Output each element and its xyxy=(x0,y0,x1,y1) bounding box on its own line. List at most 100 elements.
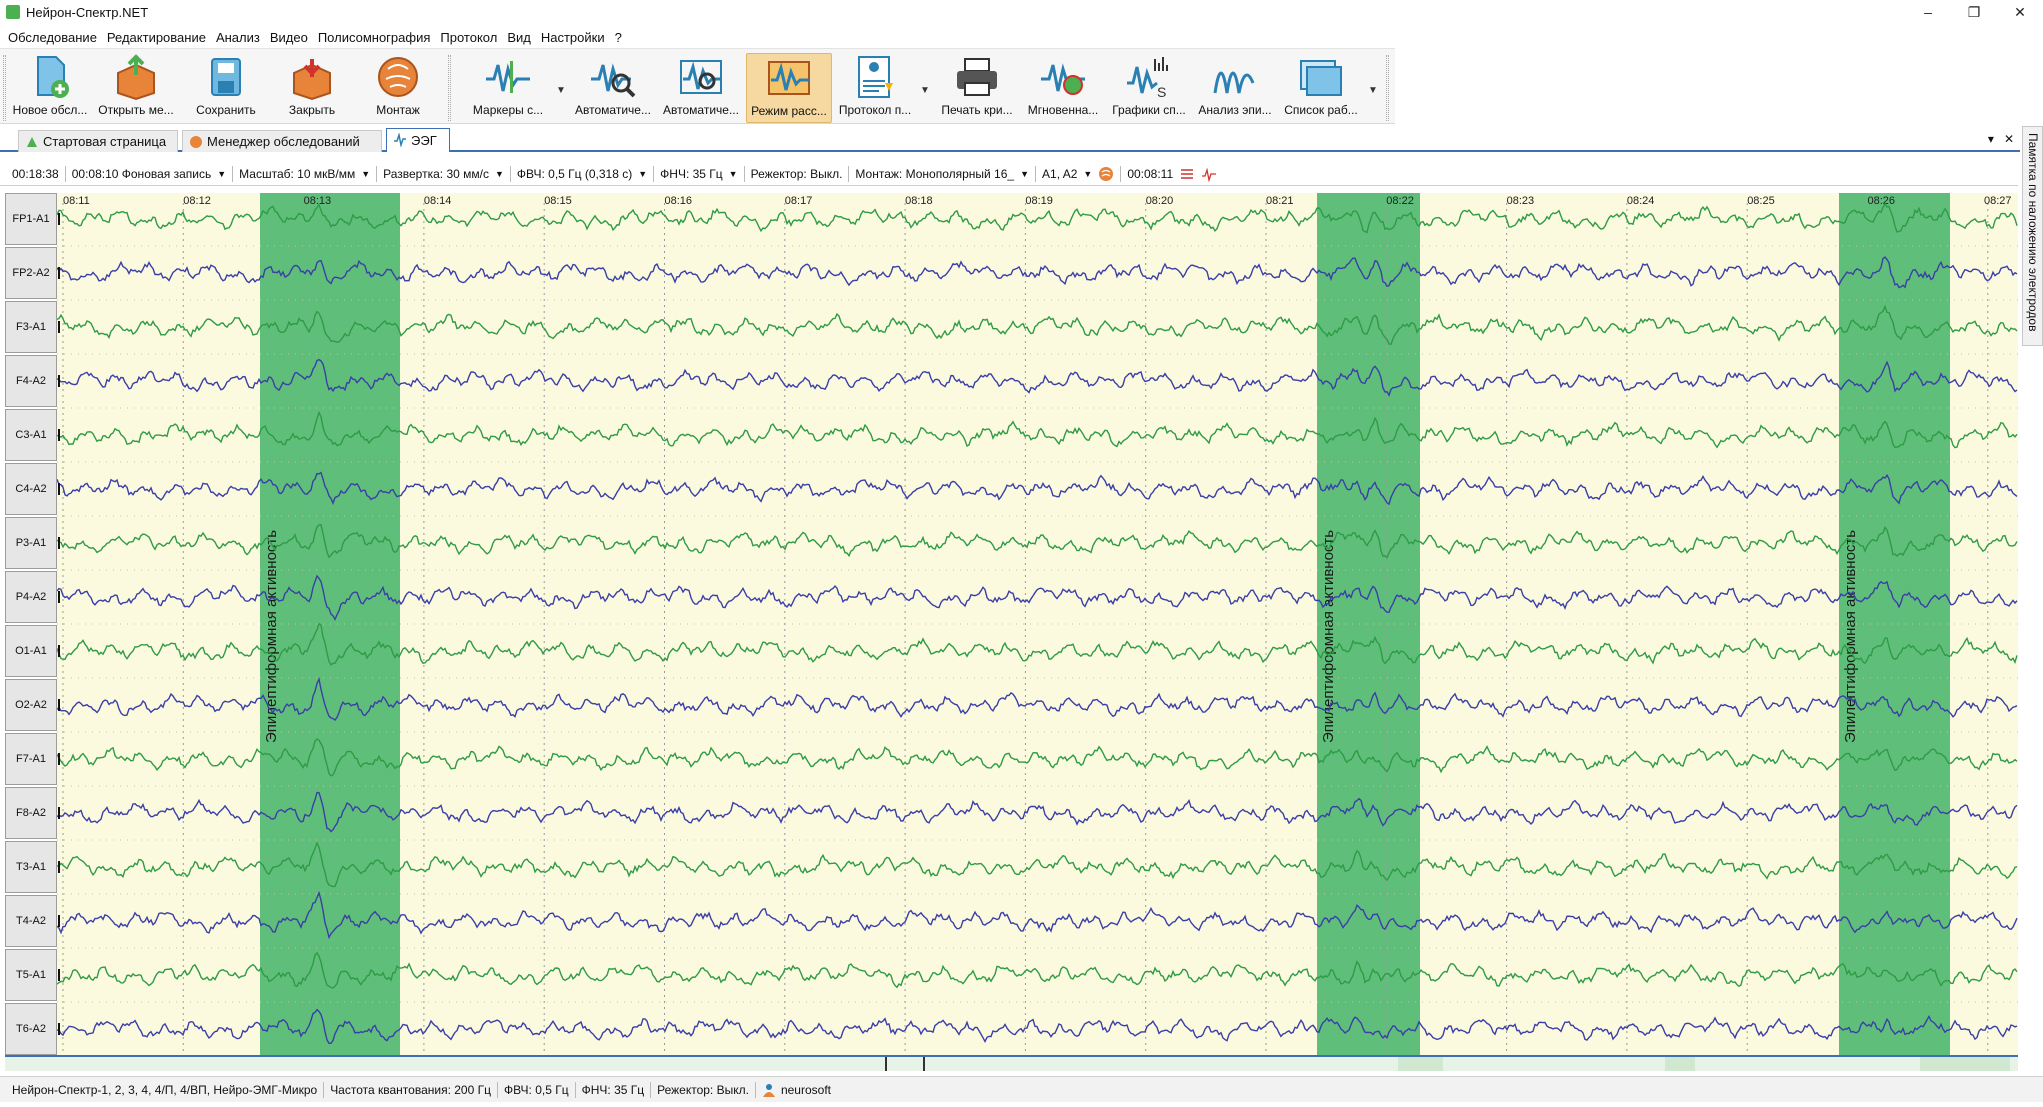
channel-label[interactable]: O2-A2 xyxy=(5,679,57,731)
close-tab-icon[interactable]: ✕ xyxy=(2004,132,2014,146)
tab-start-page-label: Стартовая страница xyxy=(43,134,167,149)
toolbar-grip-3[interactable] xyxy=(1386,55,1389,121)
montage-button[interactable]: Монтаж xyxy=(358,53,438,123)
save-button[interactable]: Сохранить xyxy=(186,53,266,123)
tab-list-dropdown-icon[interactable]: ▾ xyxy=(1988,132,1994,146)
menu-analysis[interactable]: Анализ xyxy=(214,30,268,45)
tab-start-page[interactable]: Стартовая страница xyxy=(18,130,178,152)
electrode-placement-label: Памятка по наложению электродов xyxy=(2026,133,2040,332)
recording-parameters-bar: 00:18:38 00:08:10 Фоновая запись ▼ Масшта… xyxy=(0,162,2018,186)
markers-wave-icon xyxy=(486,61,530,93)
markers-dropdown-icon[interactable]: ▼ xyxy=(556,85,566,96)
protocol-label: Протокол п... xyxy=(838,103,912,117)
new-exam-button[interactable]: Новое обсл... xyxy=(10,53,90,123)
artifact-icon[interactable] xyxy=(1201,166,1217,182)
segment-select[interactable]: 00:08:10 Фоновая запись ▼ xyxy=(66,165,234,182)
svg-text:S: S xyxy=(1157,84,1166,100)
menu-exam[interactable]: Обследование xyxy=(6,30,105,45)
brain-head-icon xyxy=(378,57,418,97)
tab-exam-manager[interactable]: Менеджер обследований xyxy=(182,130,382,152)
montage-select[interactable]: Монтаж: Монополярный 16_ ▼ xyxy=(849,165,1037,182)
auto-frame-wave-icon xyxy=(680,60,722,94)
protocol-dropdown-icon[interactable]: ▼ xyxy=(920,85,930,96)
toolbar-grip[interactable] xyxy=(3,55,6,121)
instant-map-button[interactable]: Мгновенна... xyxy=(1020,53,1106,123)
channel-label[interactable]: O1-A1 xyxy=(5,625,57,677)
device-list: Нейрон-Спектр-1, 2, 3, 4, 4/П, 4/ВП, Ней… xyxy=(6,1081,325,1098)
close-window-button[interactable]: ✕ xyxy=(1997,0,2043,24)
menu-help[interactable]: ? xyxy=(613,30,630,45)
sweep-select[interactable]: Развертка: 30 мм/с ▼ xyxy=(377,165,511,182)
menu-video[interactable]: Видео xyxy=(268,30,316,45)
eeg-traces-canvas[interactable]: Эпилептиформная активность Эпилептиформна… xyxy=(57,193,2018,1055)
time-tick-label: 08:12 xyxy=(183,195,211,207)
worklist-button[interactable]: Список раб... xyxy=(1278,53,1364,123)
channel-label[interactable]: F4-A2 xyxy=(5,355,57,407)
menu-settings[interactable]: Настройки xyxy=(539,30,613,45)
channel-label[interactable]: F8-A2 xyxy=(5,787,57,839)
time-tick-label: 08:25 xyxy=(1747,195,1775,207)
channel-label[interactable]: FP2-A2 xyxy=(5,247,57,299)
auto-analysis-2-label: Автоматиче... xyxy=(663,103,739,117)
auto-analysis-2-button[interactable]: Автоматиче... xyxy=(658,53,744,123)
recording-timeline-scrollbar[interactable] xyxy=(5,1055,2018,1071)
minimize-button[interactable]: – xyxy=(1905,0,1951,24)
eeg-wave-icon xyxy=(394,133,406,147)
spectra-graphs-button[interactable]: S Графики сп... xyxy=(1106,53,1192,123)
markers-button[interactable]: Маркеры с... xyxy=(468,53,548,123)
brain-map-icon[interactable] xyxy=(1098,166,1114,182)
hpf-select[interactable]: ФВЧ: 0,5 Гц (0,318 с) ▼ xyxy=(511,165,655,182)
channel-label[interactable]: F3-A1 xyxy=(5,301,57,353)
channel-label[interactable]: P4-A2 xyxy=(5,571,57,623)
channel-label[interactable]: T6-A2 xyxy=(5,1003,57,1055)
protocol-button[interactable]: Протокол п... xyxy=(832,53,918,123)
close-exam-button[interactable]: Закрыть xyxy=(272,53,352,123)
view-mode-button[interactable]: Режим расс... xyxy=(746,53,832,123)
epi-analysis-button[interactable]: Анализ эпи... xyxy=(1192,53,1278,123)
toolbar-grip-2[interactable] xyxy=(448,55,451,121)
channel-label[interactable]: F7-A1 xyxy=(5,733,57,785)
channel-label[interactable]: T3-A1 xyxy=(5,841,57,893)
menu-protocol[interactable]: Протокол xyxy=(438,30,505,45)
status-lpf: ФНЧ: 35 Гц xyxy=(576,1081,652,1098)
tab-eeg[interactable]: ЭЭГ xyxy=(386,128,450,152)
time-tick-label: 08:24 xyxy=(1627,195,1655,207)
print-button[interactable]: Печать кри... xyxy=(934,53,1020,123)
auto-analysis-1-button[interactable]: Автоматиче... xyxy=(570,53,656,123)
time-tick-label: 08:27 xyxy=(1984,195,2012,207)
channel-label[interactable]: C3-A1 xyxy=(5,409,57,461)
scale-select[interactable]: Масштаб: 10 мкВ/мм ▼ xyxy=(233,165,378,182)
document-tabs: Стартовая страница Менеджер обследований… xyxy=(0,126,2020,152)
maximize-button[interactable]: ❐ xyxy=(1951,0,1997,24)
channel-label[interactable]: P3-A1 xyxy=(5,517,57,569)
timeline-scroll-thumb[interactable] xyxy=(885,1057,925,1071)
protocol-doc-icon xyxy=(858,56,893,98)
chevron-down-icon: ▼ xyxy=(1083,168,1093,179)
electrode-placement-panel-tab[interactable]: Памятка по наложению электродов xyxy=(2022,126,2043,346)
channel-label[interactable]: T5-A1 xyxy=(5,949,57,1001)
worklist-dropdown-icon[interactable]: ▼ xyxy=(1368,85,1378,96)
save-icon xyxy=(211,58,241,96)
lpf-select[interactable]: ФНЧ: 35 Гц ▼ xyxy=(654,165,745,182)
sampling-rate: Частота квантования: 200 Гц xyxy=(324,1081,498,1098)
channel-label[interactable]: C4-A2 xyxy=(5,463,57,515)
time-tick-label: 08:15 xyxy=(544,195,572,207)
channel-label[interactable]: FP1-A1 xyxy=(5,193,57,245)
menu-view[interactable]: Вид xyxy=(505,30,539,45)
menu-edit[interactable]: Редактирование xyxy=(105,30,214,45)
reference-select[interactable]: A1, A2 ▼ xyxy=(1036,165,1122,182)
view-mode-wave-icon xyxy=(768,61,810,95)
time-tick-label: 08:26 xyxy=(1868,195,1896,207)
time-tick-label: 08:22 xyxy=(1386,195,1414,207)
exam-manager-icon xyxy=(190,136,202,148)
menu-polysomnography[interactable]: Полисомнография xyxy=(316,30,439,45)
notch-filter[interactable]: Режектор: Выкл. xyxy=(745,165,850,182)
channel-label[interactable]: T4-A2 xyxy=(5,895,57,947)
save-label: Сохранить xyxy=(196,103,256,117)
eeg-traces-plot[interactable]: Эпилептиформная активность Эпилептиформна… xyxy=(57,193,2018,1055)
channel-list-icon[interactable] xyxy=(1179,166,1195,182)
channel-labels: FP1-A1 FP2-A2 F3-A1 F4-A2 C3-A1 C4-A2 P3-A1 P4-… xyxy=(5,193,57,1055)
open-button[interactable]: Открыть ме... xyxy=(96,53,176,123)
montage-label: Монтаж xyxy=(376,103,420,117)
time-tick-label: 08:20 xyxy=(1146,195,1174,207)
